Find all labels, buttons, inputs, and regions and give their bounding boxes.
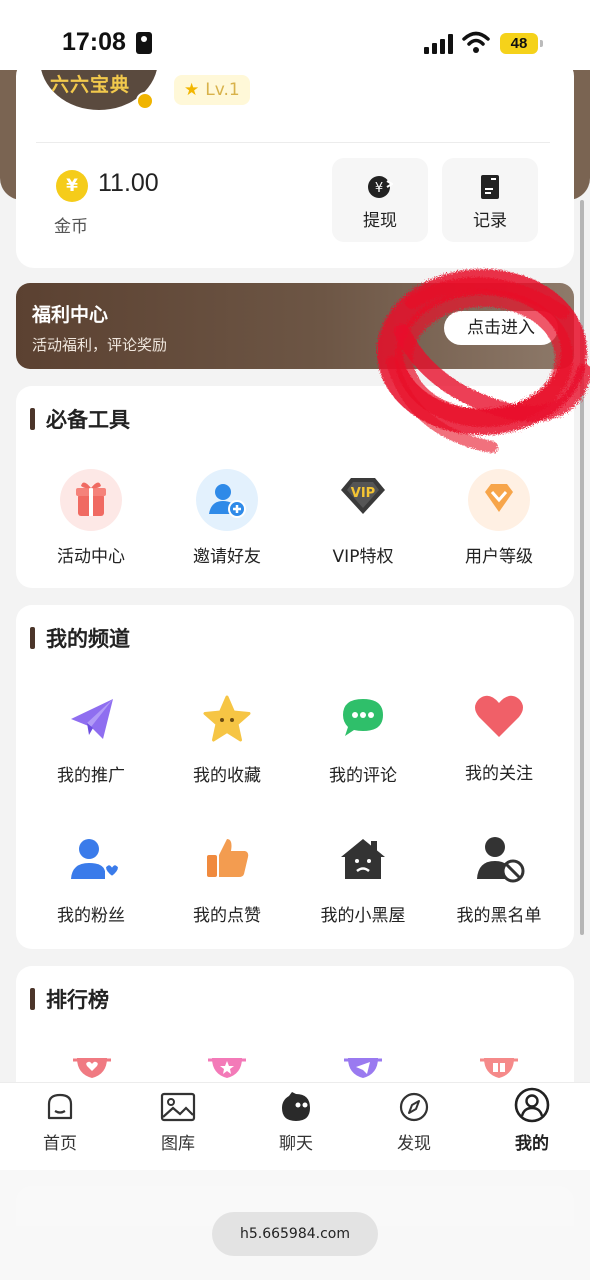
tool-item-activity[interactable]: 活动中心 (21, 468, 161, 567)
home-icon (47, 1093, 73, 1120)
tab-label: 我的 (515, 1134, 549, 1154)
tab-mine[interactable]: 我的 (482, 1087, 582, 1154)
tab-label: 发现 (397, 1134, 431, 1154)
welfare-title: 福利中心 (32, 304, 109, 326)
avatar-logo-text: 六六宝典 (50, 74, 131, 96)
trophy-heart-icon (73, 1058, 111, 1078)
channel-label: 我的黑名单 (456, 906, 542, 926)
blocked-user-icon (477, 837, 525, 883)
channel-item-comments[interactable]: 我的评论 (293, 687, 433, 786)
withdraw-label: 提现 (363, 211, 397, 231)
star-icon: ★ (184, 80, 200, 100)
star-icon (203, 695, 251, 742)
svg-text:VIP: VIP (351, 486, 375, 501)
tool-item-invite[interactable]: 邀请好友 (157, 468, 297, 567)
tools-section: 必备工具 活动中心 邀请好友 VIP VIP特权 用户等级 (16, 386, 574, 588)
medal-icon (136, 92, 154, 110)
coin-icon: ¥ (56, 170, 88, 202)
compass-icon (399, 1092, 429, 1122)
dark-house-icon (341, 839, 385, 879)
channel-label: 我的收藏 (193, 766, 261, 786)
profile-card: 六六宝典 ★ Lv.1 ¥ 11.00 金币 ¥ 提现 记录 (16, 58, 574, 268)
enter-welfare-button[interactable]: 点击进入 (444, 311, 558, 345)
tab-gallery[interactable]: 图库 (128, 1091, 228, 1154)
withdraw-button[interactable]: ¥ 提现 (332, 158, 428, 242)
record-icon (481, 175, 499, 199)
svg-text:¥: ¥ (375, 181, 383, 196)
trophy-gift-icon (480, 1058, 518, 1078)
tab-label: 聊天 (279, 1134, 313, 1154)
tab-discover[interactable]: 发现 (364, 1091, 464, 1154)
section-title: 必备工具 (30, 404, 130, 434)
chat-bubble-icon (282, 1092, 310, 1121)
tab-label: 首页 (43, 1134, 77, 1154)
section-title: 排行榜 (30, 984, 109, 1014)
tab-chat[interactable]: 聊天 (246, 1091, 346, 1154)
trophy-plane-icon (344, 1058, 382, 1078)
channel-item-promotion[interactable]: 我的推广 (21, 687, 161, 786)
section-title: 我的频道 (30, 623, 130, 653)
channel-item-blacklist[interactable]: 我的黑名单 (429, 827, 569, 926)
status-time: 17:08 (62, 28, 126, 56)
channel-label: 我的点赞 (193, 906, 261, 926)
channels-section: 我的频道 我的推广 我的收藏 我的评论 我的关注 我的粉丝 我的点赞 我的小黑屋… (16, 605, 574, 949)
tab-label: 图库 (161, 1134, 195, 1154)
wifi-icon (462, 31, 490, 53)
status-bar: 17:08 48 (0, 0, 590, 70)
bottom-tab-bar: 首页 图库 聊天 发现 我的 (0, 1082, 590, 1170)
tool-item-vip[interactable]: VIP VIP特权 (293, 468, 433, 567)
tool-item-level[interactable]: 用户等级 (429, 468, 569, 567)
gift-icon (60, 469, 122, 531)
diamond-icon (468, 469, 530, 531)
channel-label: 我的评论 (329, 766, 397, 786)
battery-indicator: 48 (500, 33, 543, 54)
tool-label: VIP特权 (332, 547, 394, 567)
tab-home[interactable]: 首页 (10, 1091, 110, 1154)
welfare-banner[interactable]: 福利中心 活动福利，评论奖励 点击进入 (16, 283, 574, 369)
gallery-icon (160, 1092, 196, 1122)
withdraw-icon: ¥ (368, 176, 393, 198)
add-user-icon (196, 469, 258, 531)
channel-item-dark-room[interactable]: 我的小黑屋 (293, 827, 433, 926)
tool-label: 用户等级 (465, 547, 533, 567)
thumbs-up-icon (207, 839, 249, 877)
welfare-subtitle: 活动福利，评论奖励 (32, 336, 168, 354)
channel-item-fans[interactable]: 我的粉丝 (21, 827, 161, 926)
tool-label: 邀请好友 (193, 547, 261, 567)
channel-label: 我的推广 (57, 766, 125, 786)
channel-item-following[interactable]: 我的关注 (429, 685, 569, 784)
channel-item-favorites[interactable]: 我的收藏 (157, 687, 297, 786)
tool-label: 活动中心 (57, 547, 125, 567)
heart-icon (475, 695, 523, 737)
coin-label: 金币 (54, 217, 88, 237)
level-badge: ★ Lv.1 (174, 75, 250, 105)
user-icon (514, 1087, 550, 1123)
level-text: Lv.1 (205, 80, 240, 100)
channel-item-likes[interactable]: 我的点赞 (157, 827, 297, 926)
paper-plane-icon (71, 699, 113, 739)
channel-label: 我的小黑屋 (320, 906, 406, 926)
url-bar[interactable]: h5.665984.com (212, 1212, 378, 1256)
record-label: 记录 (473, 211, 507, 231)
coin-amount: 11.00 (98, 169, 159, 197)
id-card-icon (136, 32, 152, 54)
browser-toolbar: h5.665984.com (0, 1170, 590, 1280)
signal-icon (424, 34, 454, 54)
fan-user-icon (71, 839, 121, 879)
chat-icon (343, 699, 383, 736)
divider (36, 142, 550, 143)
channel-label: 我的粉丝 (57, 906, 125, 926)
channel-label: 我的关注 (465, 764, 533, 784)
vip-icon: VIP (341, 478, 385, 514)
trophy-star-icon (208, 1058, 246, 1078)
record-button[interactable]: 记录 (442, 158, 538, 242)
scrollbar[interactable] (580, 200, 584, 935)
